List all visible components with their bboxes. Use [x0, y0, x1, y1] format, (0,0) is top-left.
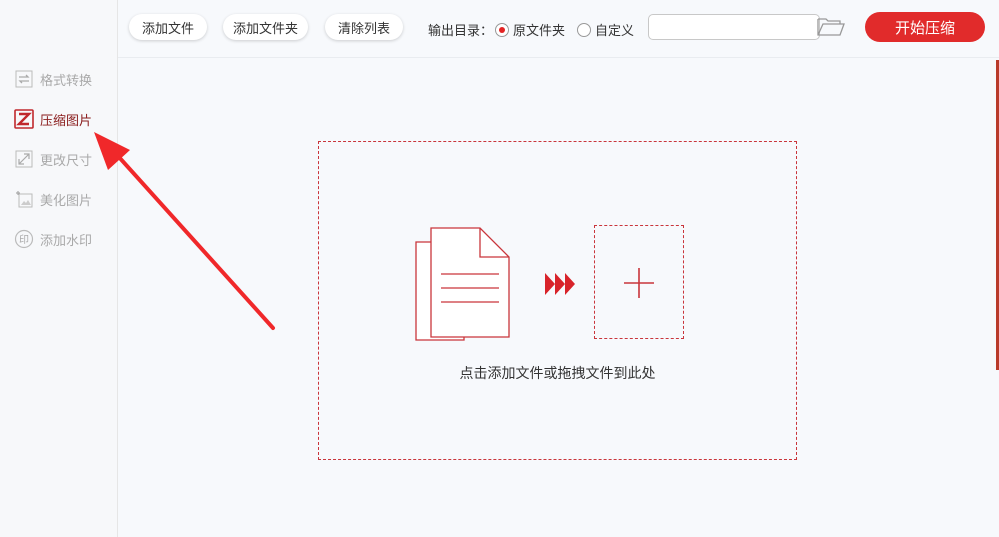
sidebar-item-resize[interactable]: 更改尺寸: [14, 148, 92, 170]
compress-image-icon: [14, 109, 34, 129]
sidebar-item-label: 美化图片: [40, 193, 93, 209]
browse-folder-button[interactable]: [816, 14, 846, 40]
add-placeholder-box[interactable]: [594, 225, 684, 339]
drop-hint-text: 点击添加文件或拖拽文件到此处: [459, 366, 656, 382]
radio-unselected-indicator: [577, 22, 591, 37]
svg-text:印: 印: [19, 234, 29, 246]
sidebar-item-label: 更改尺寸: [40, 153, 93, 169]
watermark-stamp-icon: 印: [14, 229, 34, 249]
sidebar-item-label: 添加水印: [40, 233, 93, 249]
start-compress-button[interactable]: 开始压缩: [865, 12, 985, 42]
swap-arrows-icon: [14, 69, 34, 89]
add-file-button[interactable]: 添加文件: [129, 14, 207, 40]
documents-icon: [414, 224, 514, 348]
radio-original-label: 原文件夹: [513, 24, 566, 39]
toolbar: 添加文件 添加文件夹 清除列表 输出目录： 原文件夹 自定义 开始压缩: [118, 0, 999, 58]
radio-custom-folder[interactable]: 自定义: [577, 20, 634, 39]
plus-icon: [623, 267, 655, 303]
open-folder-icon: [816, 18, 846, 42]
radio-original-folder[interactable]: 原文件夹: [495, 20, 565, 39]
output-dir-label: 输出目录：: [428, 24, 494, 39]
sidebar-item-label: 压缩图片: [40, 113, 93, 129]
beautify-image-icon: [14, 189, 34, 209]
output-path-input[interactable]: [648, 14, 820, 40]
sidebar-item-label: 格式转换: [40, 73, 93, 89]
sidebar-item-compress-image[interactable]: 压缩图片: [14, 108, 92, 130]
add-folder-button[interactable]: 添加文件夹: [223, 14, 308, 40]
sidebar-item-watermark[interactable]: 印 添加水印: [14, 228, 92, 250]
annotation-arrow: [90, 130, 280, 339]
triple-arrow-icon: [544, 273, 578, 299]
resize-icon: [14, 149, 34, 169]
drop-zone[interactable]: 点击添加文件或拖拽文件到此处: [318, 141, 797, 460]
radio-selected-indicator: [495, 22, 509, 37]
sidebar-item-beautify[interactable]: 美化图片: [14, 188, 92, 210]
radio-custom-label: 自定义: [595, 24, 635, 39]
sidebar-item-format-convert[interactable]: 格式转换: [14, 68, 92, 90]
clear-list-button[interactable]: 清除列表: [325, 14, 403, 40]
